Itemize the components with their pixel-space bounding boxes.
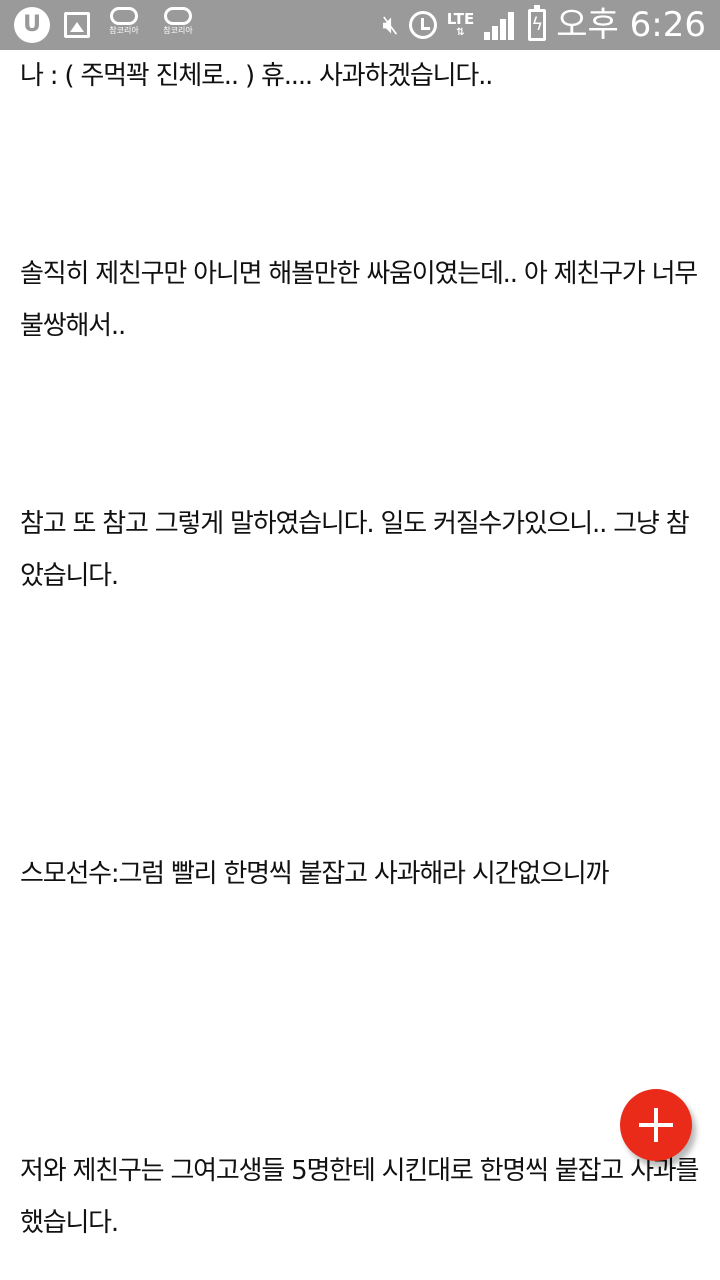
mute-icon: 🔇︎: [382, 10, 399, 40]
clock-time: 오후 6:26: [556, 5, 706, 45]
alarm-icon: [408, 11, 437, 39]
u-plus-icon: U: [14, 7, 50, 43]
refcorea-app-icon: 참코리아: [104, 7, 144, 43]
article-paragraph: 솔직히 제친구만 아니면 해볼만한 싸움이였는데.. 아 제친구가 너무 불쌍해…: [20, 259, 705, 341]
refcorea-app-icon: 참코리아: [158, 7, 198, 43]
article-paragraph: 저와 제친구는 그여고생들 5명한테 시킨대로 한명씩 붙잡고 사과를했습니다.: [20, 1156, 699, 1238]
app-label: 참코리아: [163, 26, 193, 35]
battery-charging-icon: [528, 5, 547, 41]
article-content: 나 : ( 주먹꽉 진체로.. ) 휴.... 사과하겠습니다.. 솔직히 제친…: [0, 0, 720, 1280]
data-arrows-icon: ⇅: [456, 27, 465, 38]
article-paragraph: 참고 또 참고 그렇게 말하였습니다. 일도 커질수가있으니.. 그냥 참았습니…: [20, 509, 690, 591]
lte-icon: LTE ⇅: [447, 11, 475, 39]
notification-icons: U 참코리아 참코리아: [14, 6, 198, 44]
article-paragraph: 스모선수:그럼 빨리 한명씩 붙잡고 사과해라 시간없으니까: [20, 859, 609, 889]
chat-bubble-icon: [110, 7, 138, 25]
add-fab-button[interactable]: [620, 1089, 692, 1161]
plus-icon: [620, 1089, 692, 1161]
app-label: 참코리아: [109, 26, 139, 35]
article-paragraph: 나 : ( 주먹꽉 진체로.. ) 휴.... 사과하겠습니다..: [20, 61, 493, 91]
network-type-label: LTE: [446, 10, 475, 28]
signal-icon: [484, 10, 518, 40]
system-status-icons: 🔇︎ LTE ⇅ 오후 6:26: [382, 4, 706, 46]
gallery-icon: [64, 12, 90, 38]
status-bar[interactable]: U 참코리아 참코리아 🔇︎ LTE ⇅ 오후 6:26: [0, 0, 720, 50]
chat-bubble-icon: [164, 7, 192, 25]
